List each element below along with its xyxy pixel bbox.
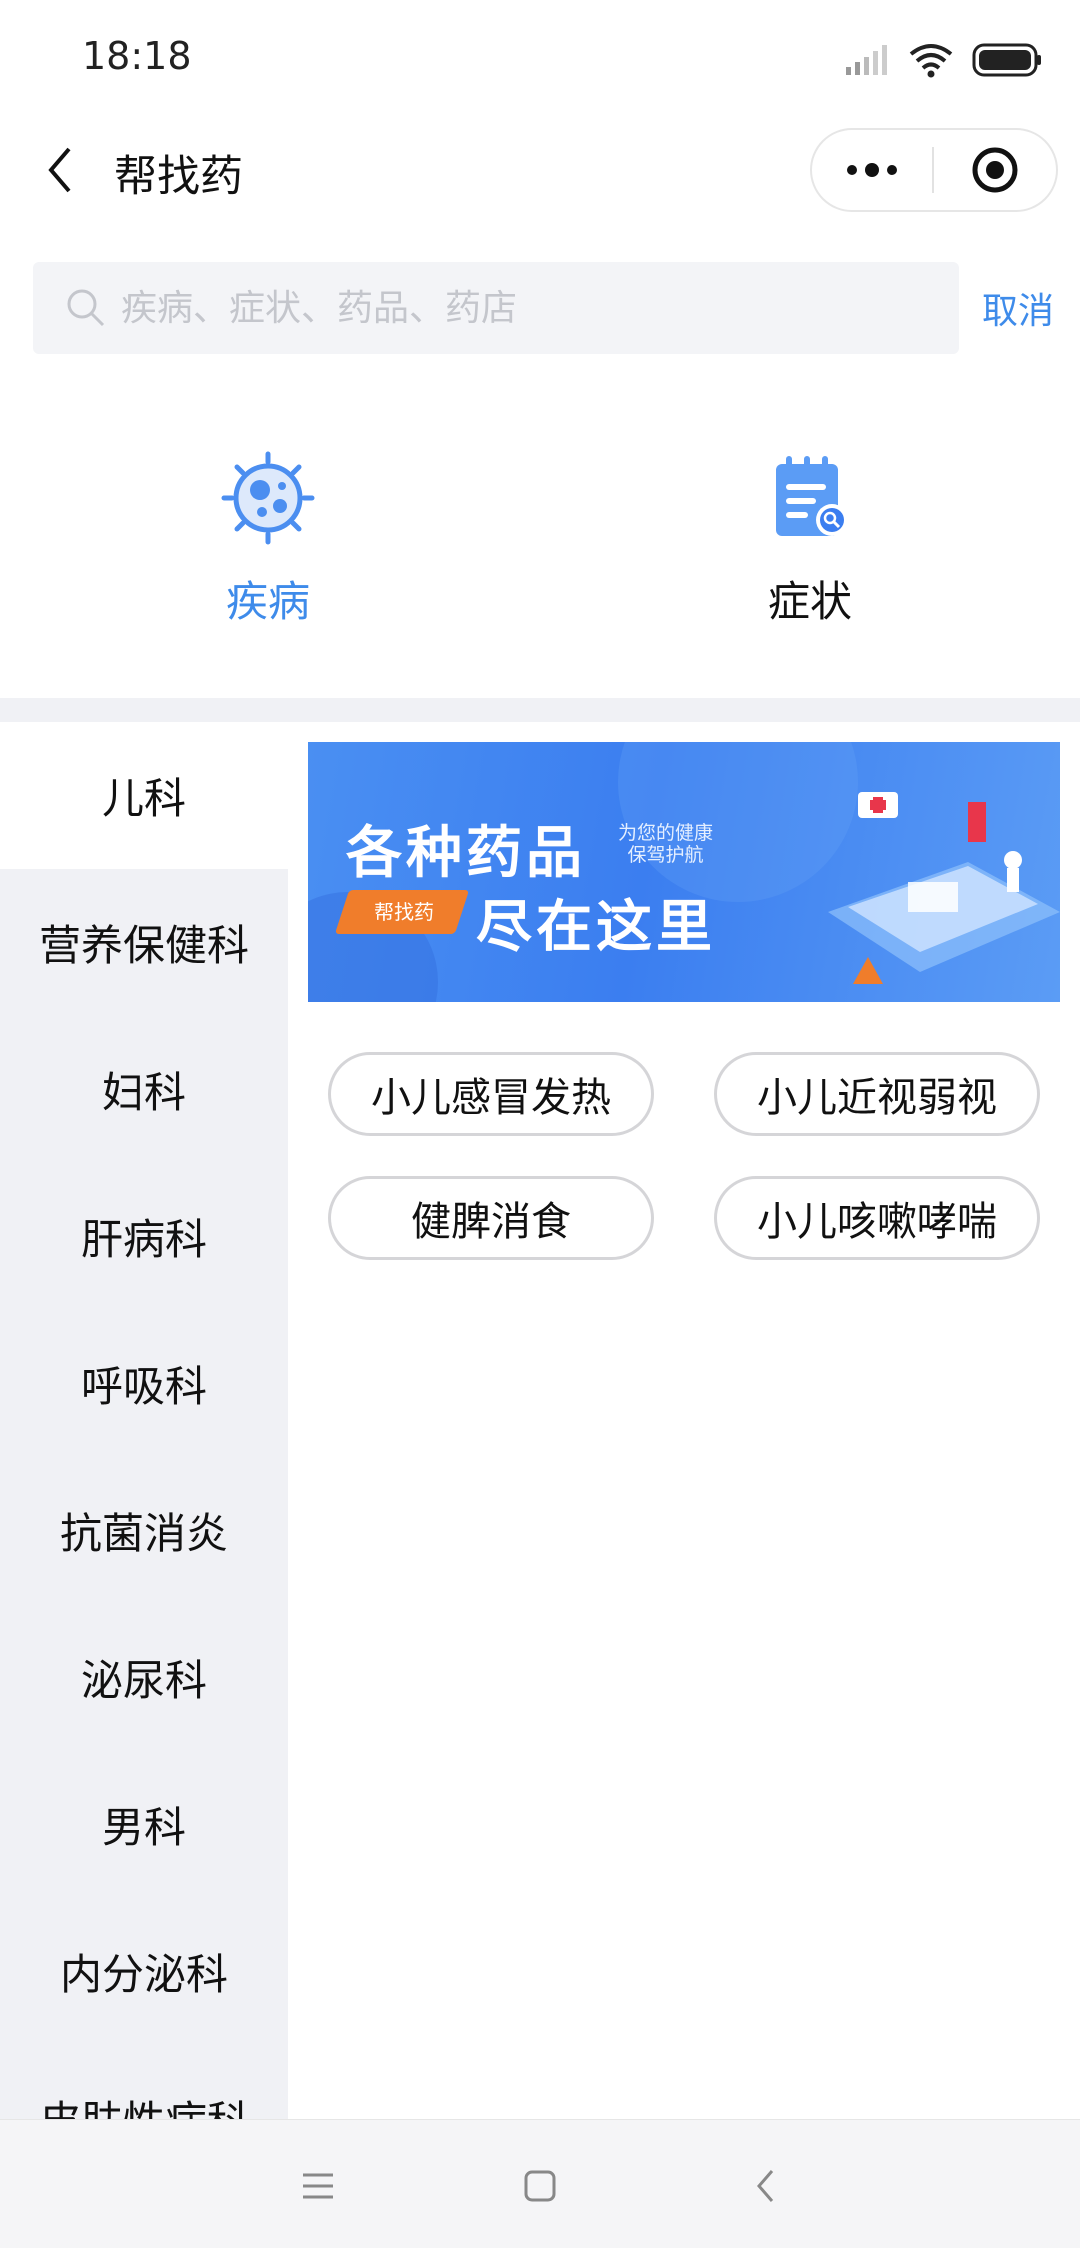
tab-disease-label: 疾病 bbox=[225, 577, 310, 626]
chevron-left-icon bbox=[757, 2170, 774, 2202]
sidebar-item-antibacterial[interactable]: 抗菌消炎 bbox=[0, 1457, 288, 1604]
mini-program-capsule bbox=[810, 128, 1058, 212]
banner-subtitle: 为您的健康 保驾护航 bbox=[618, 822, 713, 866]
banner-subtitle-line1: 为您的健康 bbox=[618, 822, 714, 844]
chevron-left-icon bbox=[48, 147, 71, 193]
tab-symptom-label: 症状 bbox=[767, 577, 852, 626]
sidebar-item-respiratory[interactable]: 呼吸科 bbox=[0, 1310, 288, 1457]
menu-lines-icon bbox=[303, 2173, 333, 2199]
search-bar bbox=[33, 262, 959, 354]
search-document-icon bbox=[776, 456, 848, 536]
back-button[interactable] bbox=[30, 138, 90, 202]
sidebar-item-endocrinology[interactable]: 内分泌科 bbox=[0, 1898, 288, 2045]
sidebar-item-dermatology[interactable]: 皮肤性病科 bbox=[0, 2045, 288, 2119]
tab-disease[interactable]: 疾病 bbox=[168, 448, 368, 638]
chip-child-cough-asthma[interactable]: 小儿咳嗽哮喘 bbox=[714, 1176, 1040, 1260]
tab-symptom[interactable]: 症状 bbox=[710, 448, 910, 638]
search-input[interactable] bbox=[121, 287, 941, 329]
status-icons bbox=[846, 40, 1042, 80]
cancel-button[interactable]: 取消 bbox=[982, 282, 1054, 334]
status-bar: 18:18 bbox=[0, 0, 1080, 110]
find-medicine-page: 18:18 帮找药 疾病、症状、药品、药店 取消 疾病 症状 儿科 营养保健科 … bbox=[0, 0, 1080, 2248]
chip-child-myopia[interactable]: 小儿近视弱视 bbox=[714, 1052, 1040, 1136]
status-time: 18:18 bbox=[82, 34, 192, 78]
more-button[interactable] bbox=[812, 130, 932, 210]
search-icon bbox=[67, 289, 105, 327]
system-nav-bar bbox=[0, 2119, 1080, 2248]
banner-title-line2: 尽在这里 bbox=[476, 895, 716, 960]
sidebar-item-hepatology[interactable]: 肝病科 bbox=[0, 1163, 288, 1310]
section-separator bbox=[0, 698, 1080, 722]
system-back-button[interactable] bbox=[736, 2156, 796, 2216]
banner-title-line1: 各种药品 bbox=[346, 821, 586, 886]
chip-child-cold-fever[interactable]: 小儿感冒发热 bbox=[328, 1052, 654, 1136]
sidebar-item-gynecology[interactable]: 妇科 bbox=[0, 1016, 288, 1163]
sidebar-item-pediatrics[interactable]: 儿科 bbox=[0, 722, 288, 869]
banner-tag-label: 帮找药 bbox=[374, 900, 434, 924]
wifi-icon bbox=[909, 44, 953, 78]
banner-subtitle-line2: 保驾护航 bbox=[627, 844, 704, 866]
home-button[interactable] bbox=[510, 2156, 570, 2216]
chip-digestion[interactable]: 健脾消食 bbox=[328, 1176, 654, 1260]
battery-icon bbox=[972, 43, 1041, 77]
sidebar-item-andrology[interactable]: 男科 bbox=[0, 1751, 288, 1898]
department-sidebar: 儿科 营养保健科 妇科 肝病科 呼吸科 抗菌消炎 泌尿科 男科 内分泌科 皮肤性… bbox=[0, 722, 288, 2119]
close-miniprogram-button[interactable] bbox=[934, 130, 1056, 210]
promo-banner[interactable]: 各种药品 为您的健康 保驾护航 帮找药 尽在这里 bbox=[308, 742, 1060, 1002]
square-icon bbox=[524, 2170, 556, 2202]
virus-icon bbox=[221, 451, 315, 545]
nav-bar: 帮找药 bbox=[0, 120, 1080, 220]
target-circle-icon bbox=[972, 147, 1018, 193]
sidebar-item-urology[interactable]: 泌尿科 bbox=[0, 1604, 288, 1751]
more-dots-icon bbox=[847, 163, 897, 177]
page-title: 帮找药 bbox=[114, 152, 243, 202]
recent-apps-button[interactable] bbox=[288, 2156, 348, 2216]
signal-icon bbox=[846, 45, 887, 75]
sidebar-item-nutrition[interactable]: 营养保健科 bbox=[0, 869, 288, 1016]
